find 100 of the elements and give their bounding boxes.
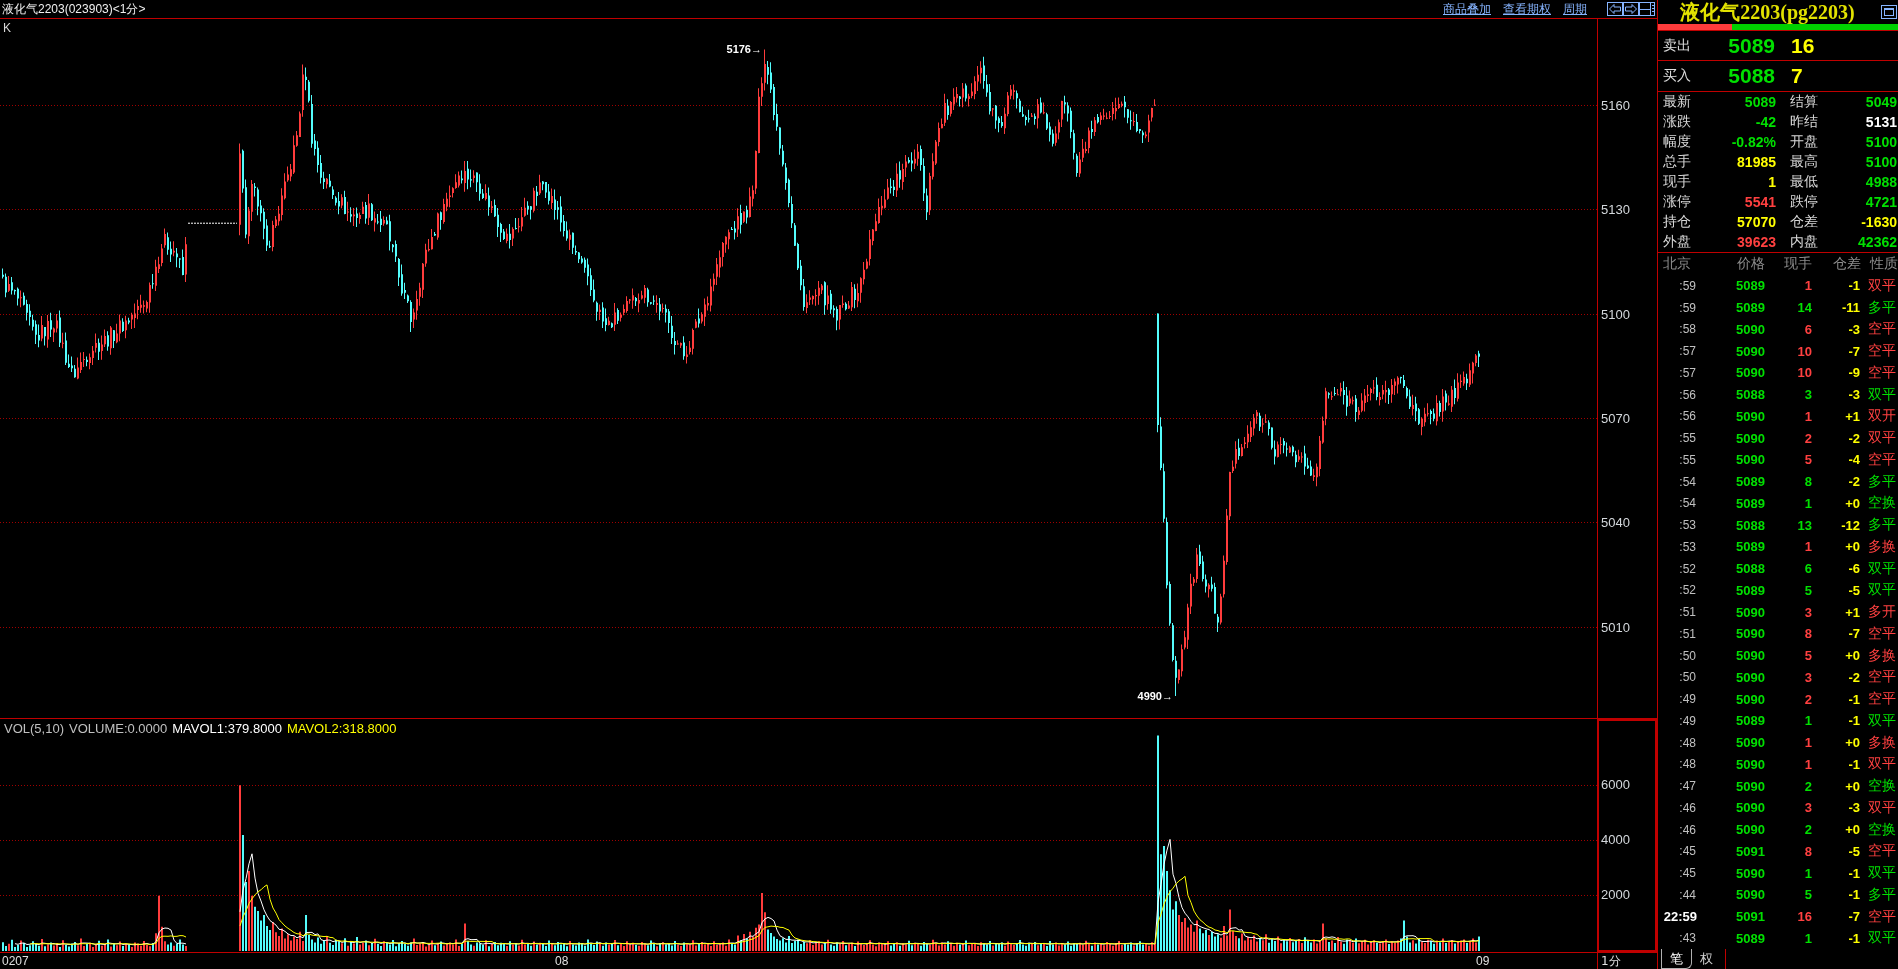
tick-time: :50 — [1678, 670, 1697, 685]
tick-time: :46 — [1678, 800, 1697, 815]
tick-type: 空平 — [1867, 690, 1897, 709]
tick-change: -3 — [1847, 321, 1861, 337]
left-arrow-icon[interactable] — [1607, 2, 1623, 16]
tick-change: -1 — [1847, 713, 1861, 729]
stat-label: 跌停 — [1789, 193, 1819, 211]
tick-change: +1 — [1844, 604, 1861, 620]
price-axis-label: 5160 — [1601, 98, 1630, 113]
tick-price: 5089 — [1735, 930, 1765, 946]
stat-value: 42362 — [1857, 234, 1897, 250]
tick-type: 多平 — [1867, 516, 1897, 535]
tick-price: 5090 — [1735, 822, 1765, 838]
tick-time: :45 — [1678, 866, 1697, 881]
tick-type: 双平 — [1867, 581, 1897, 600]
stat-value: 57070 — [1736, 214, 1776, 230]
maximize-icon[interactable] — [1881, 5, 1897, 19]
stat-label: 仓差 — [1789, 213, 1819, 231]
tick-type: 空平 — [1867, 842, 1897, 861]
indicator-value: MAVOL2:318.8000 — [286, 721, 397, 736]
tick-change: -1 — [1847, 887, 1861, 903]
tick-volume: 2 — [1803, 430, 1812, 446]
tick-price: 5089 — [1735, 278, 1765, 294]
tick-type: 空平 — [1867, 907, 1897, 926]
stat-value: 39623 — [1736, 234, 1776, 250]
tick-time: :59 — [1678, 300, 1697, 315]
tick-volume: 2 — [1803, 778, 1812, 794]
tick-change: -6 — [1847, 561, 1861, 577]
tick-volume: 8 — [1803, 843, 1812, 859]
column-header: 现手 — [1783, 255, 1812, 273]
stat-label: 现手 — [1663, 173, 1692, 191]
tick-volume: 10 — [1796, 343, 1812, 359]
tick-volume: 1 — [1803, 539, 1812, 555]
tick-time: 22:59 — [1662, 909, 1698, 925]
split-layout-icon[interactable] — [1639, 2, 1655, 16]
tick-time: :46 — [1678, 822, 1697, 837]
tick-change: -3 — [1847, 387, 1861, 403]
tick-price: 5090 — [1735, 756, 1765, 772]
chart-title: 液化气2203(023903)<1分> — [2, 0, 146, 18]
tick-time: :48 — [1678, 757, 1697, 772]
tick-volume: 1 — [1803, 735, 1812, 751]
tick-price: 5090 — [1735, 343, 1765, 359]
tick-price: 5089 — [1735, 582, 1765, 598]
tick-time: :51 — [1678, 626, 1697, 641]
stat-label: 总手 — [1663, 153, 1692, 171]
tick-time: :52 — [1678, 561, 1697, 576]
stat-label: 最低 — [1789, 173, 1819, 191]
tick-price: 5090 — [1735, 365, 1765, 381]
tick-price: 5088 — [1735, 387, 1765, 403]
tick-type: 多平 — [1867, 298, 1897, 317]
tick-change: -1 — [1847, 756, 1861, 772]
tick-change: -1 — [1847, 691, 1861, 707]
tick-price: 5091 — [1735, 909, 1765, 925]
tick-change: -2 — [1847, 430, 1861, 446]
tick-time: :53 — [1678, 539, 1697, 554]
stat-label: 结算 — [1789, 93, 1819, 111]
tick-price: 5090 — [1735, 735, 1765, 751]
tick-volume: 1 — [1803, 930, 1812, 946]
tick-type: 空换 — [1867, 777, 1897, 796]
price-axis-label: 5010 — [1601, 620, 1630, 635]
tick-time: :55 — [1678, 431, 1697, 446]
tick-type: 空平 — [1867, 342, 1897, 361]
tick-price: 5090 — [1735, 778, 1765, 794]
stat-label: 涨停 — [1663, 193, 1692, 211]
tick-type: 双平 — [1867, 385, 1897, 404]
tick-volume: 3 — [1803, 387, 1812, 403]
tick-volume: 3 — [1803, 669, 1812, 685]
tick-change: -1 — [1847, 930, 1861, 946]
tick-time: :48 — [1678, 735, 1697, 750]
indicator-value: VOL(5,10) — [4, 721, 64, 736]
tick-type: 多平 — [1867, 472, 1897, 491]
tick-volume: 5 — [1803, 887, 1812, 903]
tick-time: :47 — [1678, 779, 1697, 794]
tick-time: :50 — [1678, 648, 1697, 663]
tick-price: 5090 — [1735, 408, 1765, 424]
tick-change: -1 — [1847, 865, 1861, 881]
tick-type: 空平 — [1867, 363, 1897, 382]
tick-volume: 5 — [1803, 452, 1812, 468]
tick-type: 空平 — [1867, 668, 1897, 687]
toolbar-link[interactable]: 周期 — [1563, 0, 1587, 18]
right-arrow-icon[interactable] — [1623, 2, 1639, 16]
stat-value: 4988 — [1864, 174, 1897, 190]
tick-volume: 1 — [1803, 495, 1812, 511]
price-annotation: 4990→ — [1137, 690, 1173, 703]
price-axis-label: 5070 — [1601, 411, 1630, 426]
tick-price: 5090 — [1735, 865, 1765, 881]
indicator-value: MAVOL1:379.8000 — [172, 721, 282, 736]
tab[interactable]: 笔 — [1661, 949, 1692, 969]
stat-label: 最新 — [1663, 93, 1692, 111]
tick-volume: 8 — [1803, 474, 1812, 490]
tick-price: 5090 — [1735, 626, 1765, 642]
time-axis-label: 09 — [1476, 954, 1490, 968]
tick-volume: 2 — [1803, 822, 1812, 838]
tick-type: 双平 — [1867, 276, 1897, 295]
tick-change: -5 — [1847, 843, 1861, 859]
tick-price: 5091 — [1735, 843, 1765, 859]
tick-price: 5090 — [1735, 452, 1765, 468]
toolbar-link[interactable]: 查看期权 — [1503, 0, 1551, 18]
stat-value: 4721 — [1864, 194, 1897, 210]
toolbar-link[interactable]: 商品叠加 — [1443, 0, 1491, 18]
